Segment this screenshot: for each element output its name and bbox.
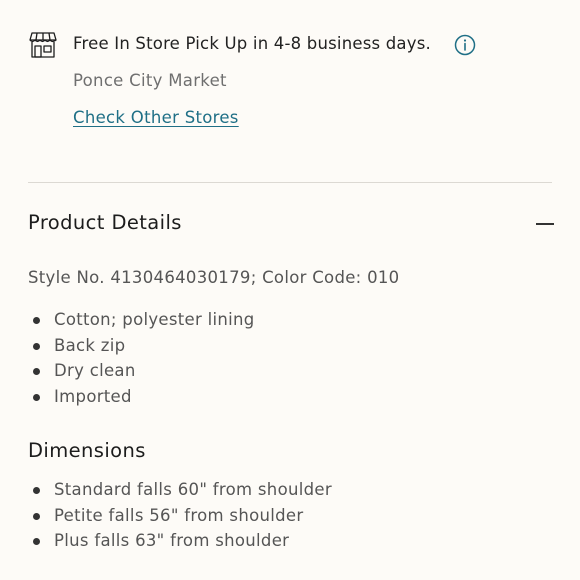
list-item: Petite falls 56" from shoulder [28, 505, 332, 531]
info-icon[interactable] [454, 34, 476, 56]
minus-icon[interactable] [536, 223, 554, 225]
style-number: Style No. 4130464030179; Color Code: 010 [28, 268, 400, 287]
list-item: Dry clean [28, 360, 255, 386]
dimension-text: Plus falls 63" from shoulder [54, 531, 290, 551]
list-item: Back zip [28, 335, 255, 361]
feature-text: Imported [54, 387, 132, 407]
feature-text: Back zip [54, 335, 126, 355]
product-details-heading[interactable]: Product Details [28, 211, 182, 234]
dimensions-heading: Dimensions [28, 439, 146, 462]
list-item: Imported [28, 386, 255, 412]
bullet-icon [33, 538, 40, 546]
bullet-icon [33, 317, 40, 324]
pickup-message: Free In Store Pick Up in 4-8 business da… [73, 34, 431, 53]
section-divider [28, 182, 552, 183]
bullet-icon [33, 368, 40, 376]
features-list: Cotton; polyester lining Back zip Dry cl… [28, 309, 255, 412]
bullet-icon [33, 512, 40, 520]
bullet-icon [33, 394, 40, 402]
store-name: Ponce City Market [73, 71, 227, 90]
feature-text: Cotton; polyester lining [54, 310, 255, 329]
bullet-icon [33, 487, 40, 494]
list-item: Standard falls 60" from shoulder [28, 479, 332, 505]
check-other-stores-link[interactable]: Check Other Stores [73, 108, 239, 127]
list-item: Cotton; polyester lining [28, 309, 255, 335]
list-item: Plus falls 63" from shoulder [28, 530, 332, 556]
dimension-text: Standard falls 60" from shoulder [54, 480, 332, 499]
feature-text: Dry clean [54, 361, 136, 381]
dimensions-list: Standard falls 60" from shoulder Petite … [28, 479, 332, 556]
bullet-icon [33, 342, 40, 350]
store-icon [29, 32, 57, 58]
dimension-text: Petite falls 56" from shoulder [54, 505, 304, 525]
